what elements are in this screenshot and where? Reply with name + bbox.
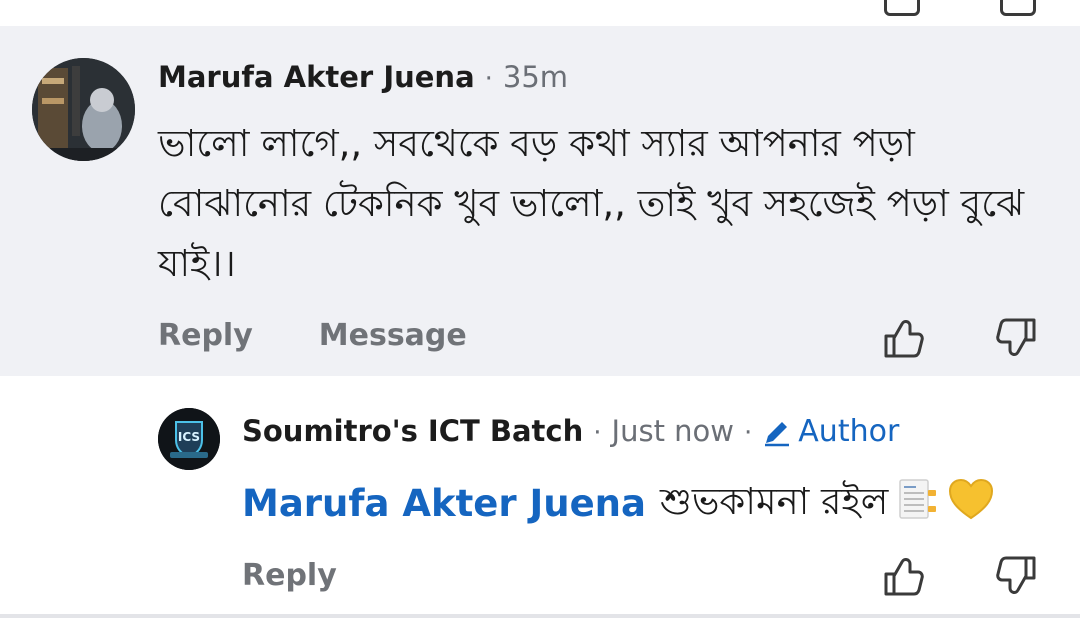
comment-item: Marufa Akter Juena · 35m ভালো লাগে,, সবথ… — [0, 26, 1080, 376]
author-badge: Author — [762, 414, 899, 449]
mention-link[interactable]: Marufa Akter Juena — [242, 482, 646, 525]
thumbs-up-icon[interactable] — [880, 554, 924, 598]
separator-dot: · — [593, 418, 602, 448]
thumbs-down-icon[interactable] — [996, 316, 1040, 360]
comment-text: Marufa Akter Juena শুভকামনা রইল — [242, 472, 994, 535]
reply-text: শুভকামনা রইল — [659, 480, 889, 523]
comment-actions: Reply Message — [158, 318, 467, 353]
message-button[interactable]: Message — [319, 318, 467, 353]
thumbs-up-icon[interactable] — [880, 316, 924, 360]
author-name[interactable]: Marufa Akter Juena — [158, 60, 475, 94]
separator-dot: · — [484, 64, 493, 94]
comment-text: ভালো লাগে,, সবথেকে বড় কথা স্যার আপনার প… — [158, 122, 1025, 285]
reply-item: ICS Soumitro's ICT Batch · Just now · Au… — [0, 376, 1080, 616]
thumbs-down-icon[interactable] — [996, 554, 1040, 598]
avatar[interactable] — [32, 58, 135, 161]
avatar[interactable]: ICS — [158, 408, 220, 470]
comment-header: Marufa Akter Juena · 35m — [158, 60, 568, 94]
timestamp: Just now — [611, 414, 735, 448]
comment-header: Soumitro's ICT Batch · Just now · Author — [242, 414, 899, 449]
clipboard-emoji-icon — [898, 476, 938, 531]
comment-actions: Reply — [242, 558, 337, 593]
previous-comment-actions — [0, 0, 1080, 26]
reply-button[interactable]: Reply — [158, 318, 253, 353]
thumbs-down-icon[interactable] — [1000, 0, 1036, 16]
author-badge-label: Author — [798, 414, 900, 449]
divider — [0, 614, 1080, 618]
separator-dot: · — [744, 418, 753, 448]
reply-button[interactable]: Reply — [242, 558, 337, 593]
pencil-icon — [765, 421, 790, 446]
yellow-heart-emoji-icon — [948, 478, 994, 529]
author-name[interactable]: Soumitro's ICT Batch — [242, 414, 583, 448]
thumbs-up-icon[interactable] — [884, 0, 920, 16]
timestamp: 35m — [502, 60, 569, 94]
avatar-logo-text: ICS — [178, 430, 200, 444]
